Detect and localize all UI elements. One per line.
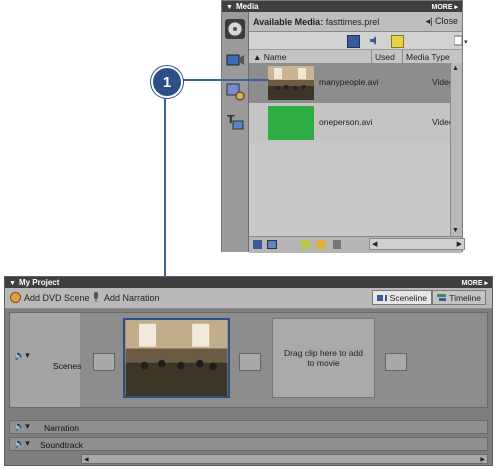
media-toolbar: ▾ bbox=[249, 32, 468, 50]
narration-label: Narration bbox=[44, 423, 79, 433]
collapse-triangle-icon[interactable]: ▼ bbox=[9, 280, 16, 287]
image-filter-icon[interactable] bbox=[391, 35, 404, 48]
film-capture-icon[interactable] bbox=[225, 50, 245, 70]
soundtrack-track: 🔈▾ Soundtrack bbox=[9, 437, 488, 451]
media-row[interactable]: oneperson.avi Video bbox=[249, 103, 454, 143]
collapse-triangle-icon[interactable]: ▼ bbox=[226, 4, 233, 11]
scenes-label: Scenes bbox=[53, 361, 82, 371]
transition-slot[interactable] bbox=[385, 353, 407, 371]
media-panel-title: Media bbox=[235, 2, 259, 11]
project-toolbar: Add DVD Scene Add Narration Sceneline Ti… bbox=[5, 288, 492, 309]
media-column-header: ▲ Name Used Media Type bbox=[249, 50, 462, 64]
project-panel-titlebar[interactable]: ▼ My Project MORE ▸ bbox=[5, 277, 492, 288]
column-used[interactable]: Used bbox=[375, 52, 395, 62]
sceneline-icon bbox=[377, 294, 387, 301]
media-row-selected[interactable]: manypeople.avi Video bbox=[249, 63, 454, 103]
media-vertical-scrollbar[interactable]: ▲ ▼ bbox=[450, 63, 462, 236]
media-bottom-bar: ◀ ▶ bbox=[249, 236, 465, 253]
add-dvd-scene-button[interactable]: Add DVD Scene bbox=[10, 292, 90, 303]
media-panel-titlebar[interactable]: ▼ Media MORE ▸ bbox=[222, 1, 462, 12]
speaker-icon[interactable]: 🔈▾ bbox=[14, 350, 30, 361]
scroll-up-icon[interactable]: ▲ bbox=[452, 65, 459, 72]
folder-icon[interactable] bbox=[316, 240, 326, 249]
scenes-header: 🔈▾ Scenes bbox=[10, 313, 82, 407]
media-header: Available Media: fasttimes.prel ◂| Close bbox=[249, 12, 462, 32]
close-button[interactable]: ◂| Close bbox=[426, 16, 458, 27]
add-narration-button[interactable]: Add Narration bbox=[91, 292, 160, 303]
audio-filter-icon[interactable] bbox=[369, 35, 380, 46]
clip-thumbnail-crowd bbox=[268, 66, 314, 100]
effects-icon[interactable] bbox=[225, 81, 245, 101]
media-horizontal-scrollbar[interactable]: ◀ ▶ bbox=[369, 238, 465, 250]
timeline-icon bbox=[437, 294, 447, 301]
callout-leader-horizontal bbox=[178, 79, 269, 81]
transition-slot[interactable] bbox=[239, 353, 261, 371]
dvd-marker-icon bbox=[10, 292, 21, 303]
scroll-down-icon[interactable]: ▼ bbox=[452, 227, 459, 234]
soundtrack-label: Soundtrack bbox=[40, 440, 83, 450]
new-item-icon[interactable]: ▾ bbox=[453, 35, 470, 46]
media-panel: ▼ Media MORE ▸ T Available Media: fasttim… bbox=[221, 0, 468, 253]
scene-clip-thumbnail[interactable] bbox=[123, 318, 230, 398]
file-name: manypeople.avi bbox=[319, 77, 379, 87]
new-bin-icon[interactable] bbox=[301, 240, 310, 249]
list-view-icon[interactable] bbox=[253, 240, 262, 249]
file-name: oneperson.avi bbox=[319, 117, 373, 127]
video-filter-icon[interactable] bbox=[347, 35, 360, 48]
project-horizontal-scrollbar[interactable]: ◀ ▶ bbox=[81, 454, 488, 464]
microphone-icon bbox=[94, 292, 98, 302]
trash-icon[interactable] bbox=[333, 240, 341, 249]
scroll-right-icon[interactable]: ▶ bbox=[457, 240, 462, 248]
close-arrows-icon: ◂| bbox=[425, 16, 433, 26]
project-file-name: fasttimes.prel bbox=[325, 16, 380, 27]
project-more-button[interactable]: MORE ▸ bbox=[462, 279, 488, 287]
transition-slot[interactable] bbox=[93, 353, 115, 371]
drag-clip-dropzone[interactable]: Drag clip here to add to movie bbox=[272, 318, 375, 398]
clip-thumbnail-green bbox=[268, 106, 314, 140]
titles-icon[interactable]: T bbox=[225, 112, 245, 132]
column-name[interactable]: ▲ Name bbox=[253, 52, 286, 62]
narration-track: 🔈▾ Narration bbox=[9, 420, 488, 434]
timeline-toggle[interactable]: Timeline bbox=[432, 290, 486, 305]
speaker-icon[interactable]: 🔈▾ bbox=[14, 421, 30, 432]
dvd-icon[interactable] bbox=[225, 19, 245, 39]
callout-badge: 1 bbox=[151, 66, 183, 98]
media-more-button[interactable]: MORE ▸ bbox=[432, 3, 458, 11]
project-panel: ▼ My Project MORE ▸ Add DVD Scene Add Nar… bbox=[4, 276, 493, 466]
scroll-left-icon[interactable]: ◀ bbox=[372, 240, 377, 248]
svg-text:▾: ▾ bbox=[464, 39, 468, 46]
media-sidebar: T bbox=[222, 12, 249, 252]
sceneline-toggle[interactable]: Sceneline bbox=[372, 290, 432, 305]
scroll-right-icon[interactable]: ▶ bbox=[480, 456, 485, 463]
scenes-track: 🔈▾ Scenes Drag clip here to add to movie bbox=[9, 312, 488, 408]
scroll-left-icon[interactable]: ◀ bbox=[84, 456, 89, 463]
available-media-label: Available Media: bbox=[253, 16, 324, 27]
thumbnail-view-icon[interactable] bbox=[267, 240, 277, 249]
speaker-icon[interactable]: 🔈▾ bbox=[14, 438, 30, 449]
project-panel-title: My Project bbox=[18, 278, 60, 287]
column-media-type[interactable]: Media Type bbox=[406, 52, 450, 62]
